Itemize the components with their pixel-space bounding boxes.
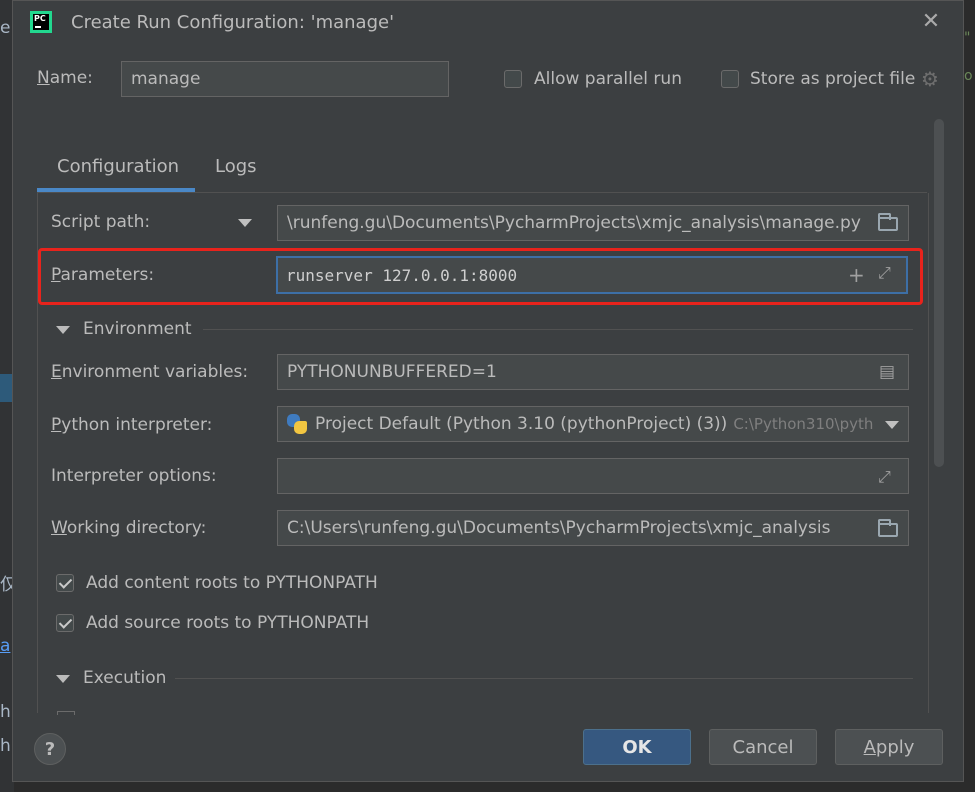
working-directory-label: Working directory:: [51, 518, 207, 538]
section-divider: [175, 678, 913, 679]
bg-link-fragment: a: [0, 636, 11, 656]
parameters-label: Parameters:: [51, 265, 155, 285]
interpreter-options-input[interactable]: [277, 458, 909, 494]
bg-selection-strip: [0, 374, 12, 402]
bg-text-fragment: o: [964, 68, 973, 84]
apply-button[interactable]: Apply: [835, 729, 943, 765]
python-icon: [287, 414, 307, 434]
cancel-button[interactable]: Cancel: [709, 729, 817, 765]
working-directory-input[interactable]: C:\Users\runfeng.gu\Documents\PycharmPro…: [277, 510, 909, 546]
tab-logs[interactable]: Logs: [215, 156, 257, 177]
expand-icon[interactable]: ⤢: [878, 263, 891, 283]
run-configuration-dialog: PC Create Run Configuration: 'manage' ✕ …: [12, 0, 964, 782]
help-button[interactable]: ?: [34, 733, 66, 765]
partially-visible-checkbox[interactable]: [57, 711, 75, 715]
source-roots-label: Add source roots to PYTHONPATH: [86, 613, 370, 633]
allow-parallel-run-checkbox[interactable]: [504, 70, 522, 88]
bg-text-fragment: h: [0, 736, 11, 756]
environment-section-title: Environment: [83, 319, 192, 339]
pycharm-logo-icon: PC: [30, 11, 52, 33]
name-label: Name:: [37, 68, 93, 88]
bg-text-fragment: ": [964, 30, 971, 46]
interpreter-options-label: Interpreter options:: [51, 466, 217, 486]
scrollbar-thumb[interactable]: [934, 119, 944, 467]
collapse-triangle-icon[interactable]: [56, 326, 70, 334]
store-as-project-file-checkbox[interactable]: [721, 70, 739, 88]
script-path-label: Script path:: [51, 212, 151, 232]
python-interpreter-label: Python interpreter:: [51, 415, 213, 435]
dialog-titlebar: PC Create Run Configuration: 'manage' ✕: [13, 1, 963, 45]
add-icon[interactable]: +: [848, 263, 865, 287]
collapse-triangle-icon[interactable]: [56, 675, 70, 683]
name-input[interactable]: manage: [121, 61, 449, 97]
gear-icon[interactable]: ⚙: [921, 67, 939, 91]
expand-icon[interactable]: ⤢: [878, 467, 891, 487]
environment-variables-input[interactable]: PYTHONUNBUFFERED=1: [277, 354, 909, 390]
script-type-dropdown-icon[interactable]: [238, 219, 252, 227]
bg-text-fragment: h: [0, 702, 11, 722]
store-as-project-file-label: Store as project file: [750, 69, 916, 89]
document-icon[interactable]: ▤: [879, 362, 895, 382]
python-interpreter-select[interactable]: Project Default (Python 3.10 (pythonProj…: [277, 406, 909, 442]
folder-icon[interactable]: [878, 213, 898, 231]
tab-configuration[interactable]: Configuration: [57, 156, 179, 177]
allow-parallel-run-label: Allow parallel run: [534, 69, 682, 89]
dialog-title: Create Run Configuration: 'manage': [71, 12, 395, 33]
execution-section-title: Execution: [83, 668, 167, 688]
close-icon[interactable]: ✕: [918, 9, 944, 35]
ok-button[interactable]: OK: [583, 729, 691, 765]
section-divider: [203, 329, 913, 330]
environment-variables-label: Environment variables:: [51, 362, 249, 382]
chevron-down-icon[interactable]: [885, 421, 899, 429]
parameters-input[interactable]: runserver 127.0.0.1:8000: [276, 256, 908, 294]
folder-icon[interactable]: [878, 519, 898, 537]
script-path-input[interactable]: \runfeng.gu\Documents\PycharmProjects\xm…: [277, 205, 909, 241]
content-roots-checkbox[interactable]: [56, 574, 74, 592]
source-roots-checkbox[interactable]: [56, 614, 74, 632]
content-roots-label: Add content roots to PYTHONPATH: [86, 573, 378, 593]
